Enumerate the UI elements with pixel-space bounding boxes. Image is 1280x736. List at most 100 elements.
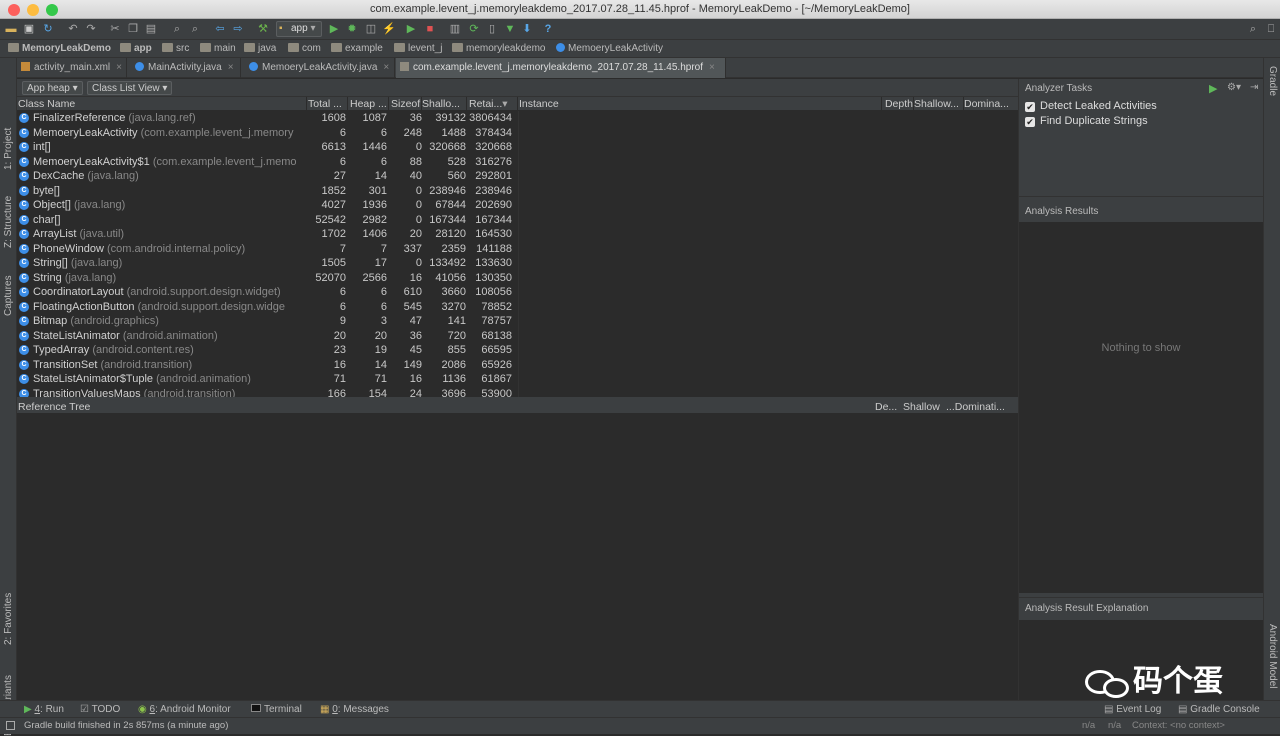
redo-icon[interactable]: ↷ bbox=[84, 22, 98, 36]
table-row[interactable]: C CoordinatorLayout (android.support.desi… bbox=[17, 285, 518, 300]
minimize-window-button[interactable] bbox=[27, 4, 39, 16]
coverage-icon[interactable]: ▶ bbox=[404, 22, 418, 36]
sync-icon[interactable]: ↻ bbox=[41, 22, 55, 36]
close-tab-icon[interactable]: × bbox=[383, 62, 389, 73]
structure-icon[interactable]: ▥ bbox=[448, 22, 462, 36]
undo-icon[interactable]: ↶ bbox=[66, 22, 80, 36]
todo-tool-button[interactable]: ☑ TODO bbox=[80, 703, 120, 716]
messages-tool-button[interactable]: ▦ 0: Messages bbox=[320, 703, 389, 716]
open-folder-icon[interactable]: ▬ bbox=[4, 22, 18, 36]
column-instance-shallow[interactable]: Shallow... bbox=[914, 97, 964, 111]
copy-icon[interactable]: ❐ bbox=[126, 22, 140, 36]
reference-dominating-column[interactable]: ...Dominati... bbox=[946, 400, 1005, 414]
table-row[interactable]: C TransitionValuesMaps (android.transitio… bbox=[17, 387, 518, 397]
structure-tool-button[interactable]: Z: Structure bbox=[3, 196, 14, 248]
debug-icon[interactable]: ✹ bbox=[345, 22, 359, 36]
android-monitor-tool-button[interactable]: ◉ 6: Android Monitor bbox=[138, 703, 231, 716]
reference-shallow-column[interactable]: Shallow bbox=[903, 400, 940, 414]
run-analysis-icon[interactable]: ▶ bbox=[1209, 82, 1217, 95]
table-row[interactable]: C FinalizerReference (java.lang.ref) 1608 1… bbox=[17, 111, 518, 126]
zoom-window-button[interactable] bbox=[46, 4, 58, 16]
find-duplicate-strings-checkbox[interactable]: ✔ Find Duplicate Strings bbox=[1025, 115, 1148, 127]
heap-select[interactable]: App heap ▾ bbox=[22, 81, 83, 95]
table-row[interactable]: Cint[] 6613 1446 0 320668 320668 bbox=[17, 140, 518, 155]
forward-icon[interactable]: ⇨ bbox=[231, 22, 245, 36]
breadcrumb-item[interactable]: main bbox=[200, 42, 236, 56]
close-window-button[interactable] bbox=[8, 4, 20, 16]
toolbar-options-icon[interactable]: ⎕ bbox=[1264, 22, 1278, 36]
help-icon[interactable]: ? bbox=[541, 22, 555, 36]
table-row[interactable]: C String (java.lang) 52070 2566 16 41056 13035… bbox=[17, 271, 518, 286]
event-log-tool-button[interactable]: ▤ Event Log bbox=[1104, 703, 1161, 716]
favorites-tool-button[interactable]: 2: Favorites bbox=[3, 593, 14, 645]
run-tool-button[interactable]: ▶ 4: Run bbox=[24, 703, 64, 716]
back-icon[interactable]: ⇦ bbox=[213, 22, 227, 36]
column-shallow[interactable]: Shallo... bbox=[422, 97, 467, 111]
column-total[interactable]: Total ... bbox=[307, 97, 348, 111]
find-icon[interactable]: ⌕ bbox=[170, 22, 184, 36]
avd-manager-icon[interactable]: ▯ bbox=[485, 22, 499, 36]
table-row[interactable]: C TypedArray (android.content.res) 23 19 45 8… bbox=[17, 343, 518, 358]
gradle-console-tool-button[interactable]: ▤ Gradle Console bbox=[1178, 703, 1260, 716]
tab-hprof-file[interactable]: com.example.levent_j.memoryleakdemo_2017… bbox=[396, 58, 726, 78]
table-row[interactable]: C StateListAnimator (android.animation) 20… bbox=[17, 329, 518, 344]
table-row[interactable]: C ArrayList (java.util) 1702 1406 20 28120 164… bbox=[17, 227, 518, 242]
table-row[interactable]: C Object[] (java.lang) 4027 1936 0 67844 20269… bbox=[17, 198, 518, 213]
table-row[interactable]: C FloatingActionButton (android.support.d… bbox=[17, 300, 518, 315]
column-dominating[interactable]: Domina... bbox=[964, 97, 1018, 111]
table-row[interactable]: C TransitionSet (android.transition) 16 14 1… bbox=[17, 358, 518, 373]
view-select[interactable]: Class List View ▾ bbox=[87, 81, 173, 95]
paste-icon[interactable]: ▤ bbox=[144, 22, 158, 36]
download-icon[interactable]: ⬇ bbox=[520, 22, 534, 36]
reference-depth-column[interactable]: De... bbox=[875, 400, 897, 414]
stop-icon[interactable]: ■ bbox=[423, 22, 437, 36]
breadcrumb-item[interactable]: MemoryLeakDemo bbox=[8, 42, 111, 56]
table-row[interactable]: C MemoeryLeakActivity (com.example.levent… bbox=[17, 126, 518, 141]
apply-changes-icon[interactable]: ⚡ bbox=[382, 22, 396, 36]
breadcrumb-item[interactable]: example bbox=[331, 42, 383, 56]
table-row[interactable]: C PhoneWindow (com.android.internal.polic… bbox=[17, 242, 518, 257]
tab-main-activity-java[interactable]: MainActivity.java × bbox=[131, 58, 241, 78]
attach-debugger-icon[interactable]: ◫ bbox=[364, 22, 378, 36]
settings-gear-icon[interactable]: ⚙▾ bbox=[1227, 82, 1241, 93]
column-class-name[interactable]: Class Name bbox=[17, 97, 307, 111]
close-tab-icon[interactable]: × bbox=[228, 62, 234, 73]
table-row[interactable]: C StateListAnimator$Tuple (android.animat… bbox=[17, 372, 518, 387]
breadcrumb-item[interactable]: java bbox=[244, 42, 276, 56]
sdk-manager-icon[interactable]: ▼ bbox=[503, 22, 517, 36]
make-project-icon[interactable]: ⚒ bbox=[256, 22, 270, 36]
cut-icon[interactable]: ✂ bbox=[108, 22, 122, 36]
breadcrumb-item[interactable]: app bbox=[120, 42, 152, 56]
terminal-tool-button[interactable]: Terminal bbox=[251, 703, 302, 716]
tab-activity-main-xml[interactable]: activity_main.xml × bbox=[17, 58, 127, 78]
column-heap[interactable]: Heap ... bbox=[348, 97, 389, 111]
close-tab-icon[interactable]: × bbox=[709, 62, 715, 73]
table-row[interactable]: Cbyte[] 1852 301 0 238946 238946 bbox=[17, 184, 518, 199]
tab-memoery-leak-activity-java[interactable]: MemoeryLeakActivity.java × bbox=[245, 58, 395, 78]
search-everywhere-icon[interactable]: ⌕ bbox=[1246, 22, 1260, 36]
android-model-tool-button[interactable]: Android Model bbox=[1267, 624, 1278, 688]
run-config-select[interactable]: ▪ app ▾ bbox=[276, 21, 322, 37]
column-retained[interactable]: Retai...▾ bbox=[467, 97, 518, 111]
table-row[interactable]: C String[] (java.lang) 1505 17 0 133492 133630 bbox=[17, 256, 518, 271]
breadcrumb-item[interactable]: memoryleakdemo bbox=[452, 42, 545, 56]
replace-icon[interactable]: ⌕ bbox=[188, 22, 202, 36]
toggle-tool-windows-icon[interactable] bbox=[6, 721, 15, 730]
table-row[interactable]: C MemoeryLeakActivity$1 (com.example.leve… bbox=[17, 155, 518, 170]
breadcrumb-item[interactable]: src bbox=[162, 42, 189, 56]
column-instance[interactable]: Instance bbox=[518, 97, 882, 111]
column-depth[interactable]: Depth bbox=[882, 97, 914, 111]
captures-tool-button[interactable]: Captures bbox=[3, 275, 14, 316]
project-tool-button[interactable]: 1: Project bbox=[3, 128, 14, 170]
breadcrumb-item[interactable]: com bbox=[288, 42, 321, 56]
close-tab-icon[interactable]: × bbox=[116, 62, 122, 73]
gradle-tool-button[interactable]: Gradle bbox=[1267, 66, 1278, 96]
run-icon[interactable]: ▶ bbox=[327, 22, 341, 36]
save-icon[interactable]: ▣ bbox=[22, 22, 36, 36]
breadcrumb-item[interactable]: levent_j bbox=[394, 42, 442, 56]
column-sizeof[interactable]: Sizeof bbox=[389, 97, 422, 111]
hide-panel-icon[interactable]: ⇥ bbox=[1250, 82, 1258, 93]
gradle-sync-icon[interactable]: ⟳ bbox=[467, 22, 481, 36]
table-row[interactable]: C Bitmap (android.graphics) 9 3 47 141 78757 bbox=[17, 314, 518, 329]
breadcrumb-item[interactable]: MemoeryLeakActivity bbox=[556, 42, 663, 56]
